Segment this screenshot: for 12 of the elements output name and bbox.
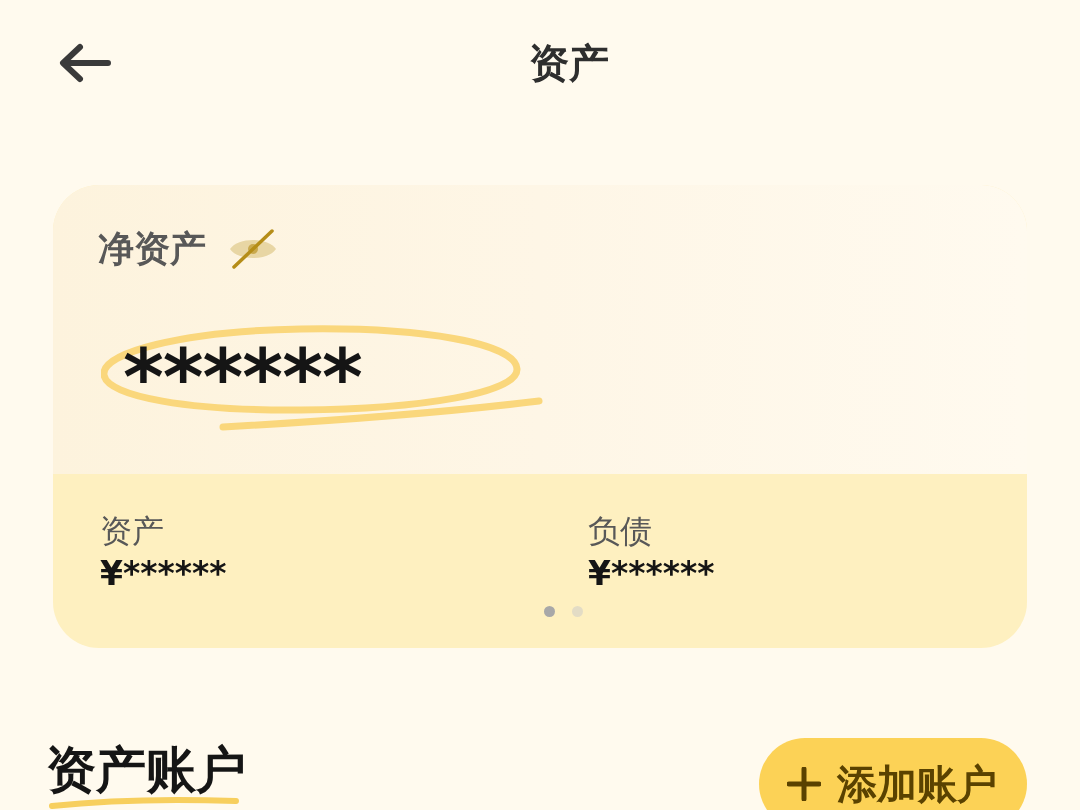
summary-value: ¥******	[100, 553, 227, 595]
page-title: 资产	[529, 38, 609, 88]
summary-label: 负债	[588, 511, 652, 552]
summary-label: 资产	[100, 511, 164, 552]
net-assets-label: 净资产	[98, 227, 206, 271]
eye-slash-icon[interactable]	[228, 227, 278, 271]
back-arrow-icon[interactable]	[58, 42, 112, 84]
summary-value: ¥******	[588, 553, 715, 595]
net-assets-value: ******	[123, 339, 362, 417]
add-account-button[interactable]: 添加账户	[759, 738, 1027, 810]
section-title: 资产账户	[46, 742, 246, 798]
plus-icon	[787, 767, 821, 801]
